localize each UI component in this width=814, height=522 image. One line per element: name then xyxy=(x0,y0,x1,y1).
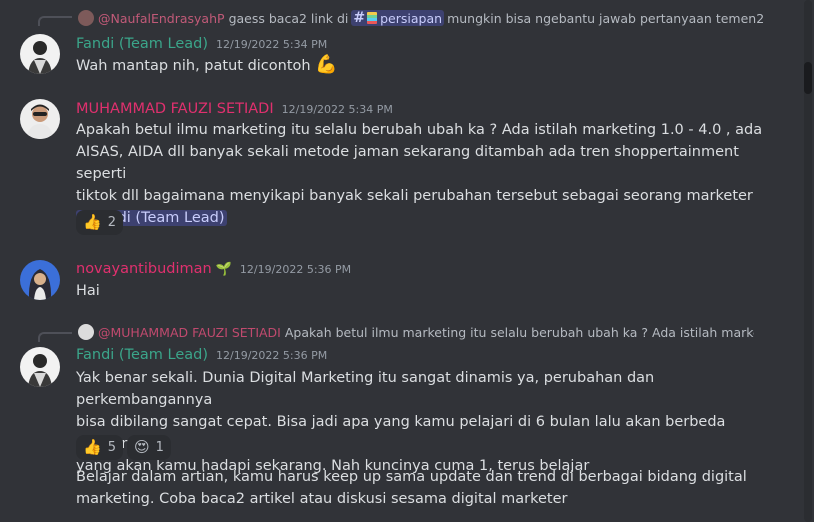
reply-avatar xyxy=(78,324,94,340)
username[interactable]: Fandi (Team Lead) xyxy=(76,36,208,52)
reply-avatar xyxy=(78,10,94,26)
message-line: bisa dibilang sangat cepat. Bisa jadi ap… xyxy=(76,414,726,452)
timestamp: 12/19/2022 5:36 PM xyxy=(216,349,328,362)
thumbs-up-icon: 👍 xyxy=(83,213,102,231)
avatar[interactable] xyxy=(20,347,60,387)
reaction-heart-eyes[interactable]: 😍 1 xyxy=(126,435,171,460)
avatar[interactable] xyxy=(20,34,60,74)
flexed-biceps-emoji: 💪 xyxy=(315,54,338,75)
message-content: Wah mantap nih, patut dicontoh 💪 xyxy=(76,55,766,77)
thumbs-up-icon: 👍 xyxy=(83,438,102,456)
message-line: marketing. Coba baca2 artikel atau disku… xyxy=(76,491,568,507)
message-content: Hai xyxy=(76,280,766,302)
reaction-count: 1 xyxy=(155,440,164,455)
timestamp: 12/19/2022 5:36 PM xyxy=(239,263,352,276)
message-line: AISAS, AIDA dll banyak sekali metode jam… xyxy=(76,144,739,182)
reaction-count: 5 xyxy=(107,440,116,455)
seedling-badge-icon: 🌱 xyxy=(215,262,232,277)
message-content: Apakah betul ilmu marketing itu selalu b… xyxy=(76,119,766,229)
avatar[interactable] xyxy=(20,99,60,139)
message-line: tiktok dll bagaimana menyikapi banyak se… xyxy=(76,188,753,204)
channel-mention[interactable]: # persiapan xyxy=(351,10,445,26)
reply-author[interactable]: @MUHAMMAD FAUZI SETIADI xyxy=(98,325,281,340)
timestamp: 12/19/2022 5:34 PM xyxy=(216,38,328,51)
avatar[interactable] xyxy=(20,260,60,300)
message-text: Wah mantap nih, patut dicontoh xyxy=(76,58,311,74)
reaction-count: 2 xyxy=(107,215,116,230)
reaction-thumbs-up[interactable]: 👍 5 xyxy=(76,435,123,460)
message-content: Yak benar sekali. Dunia Digital Marketin… xyxy=(76,367,766,477)
reactions: 👍 2 xyxy=(76,210,123,235)
username[interactable]: novayantibudiman xyxy=(76,261,212,277)
chat-message-list: @NaufalEndrasyahP gaess baca2 link di # … xyxy=(0,0,800,522)
username[interactable]: MUHAMMAD FAUZI SETIADI xyxy=(76,101,274,117)
scrollbar-thumb[interactable] xyxy=(804,62,812,94)
books-icon xyxy=(367,12,378,24)
heart-eyes-icon: 😍 xyxy=(133,438,150,456)
message-line: Belajar dalam artian, kamu harus keep up… xyxy=(76,469,747,485)
username[interactable]: Fandi (Team Lead) xyxy=(76,347,208,363)
message-text: Hai xyxy=(76,283,100,299)
channel-name: persiapan xyxy=(380,10,443,26)
reactions: 👍 5 😍 1 xyxy=(76,435,171,460)
timestamp: 12/19/2022 5:34 PM xyxy=(281,103,393,116)
reaction-thumbs-up[interactable]: 👍 2 xyxy=(76,210,123,235)
message-line: Yak benar sekali. Dunia Digital Marketin… xyxy=(76,370,655,408)
reply-text: gaess baca2 link di xyxy=(228,10,349,26)
message-line: Apakah betul ilmu marketing itu selalu b… xyxy=(76,122,763,138)
reply-preview[interactable]: @NaufalEndrasyahP gaess baca2 link di # … xyxy=(78,8,768,28)
reply-text: Apakah betul ilmu marketing itu selalu b… xyxy=(284,324,754,340)
hash-icon: # xyxy=(353,10,366,26)
reply-spine xyxy=(38,16,72,26)
reply-preview[interactable]: @MUHAMMAD FAUZI SETIADI Apakah betul ilm… xyxy=(78,322,754,342)
reply-text: mungkin bisa ngebantu jawab pertanyaan t… xyxy=(447,10,768,26)
reply-author[interactable]: @NaufalEndrasyahP xyxy=(98,11,225,26)
message-content: Belajar dalam artian, kamu harus keep up… xyxy=(76,466,766,510)
reply-spine xyxy=(38,332,72,342)
